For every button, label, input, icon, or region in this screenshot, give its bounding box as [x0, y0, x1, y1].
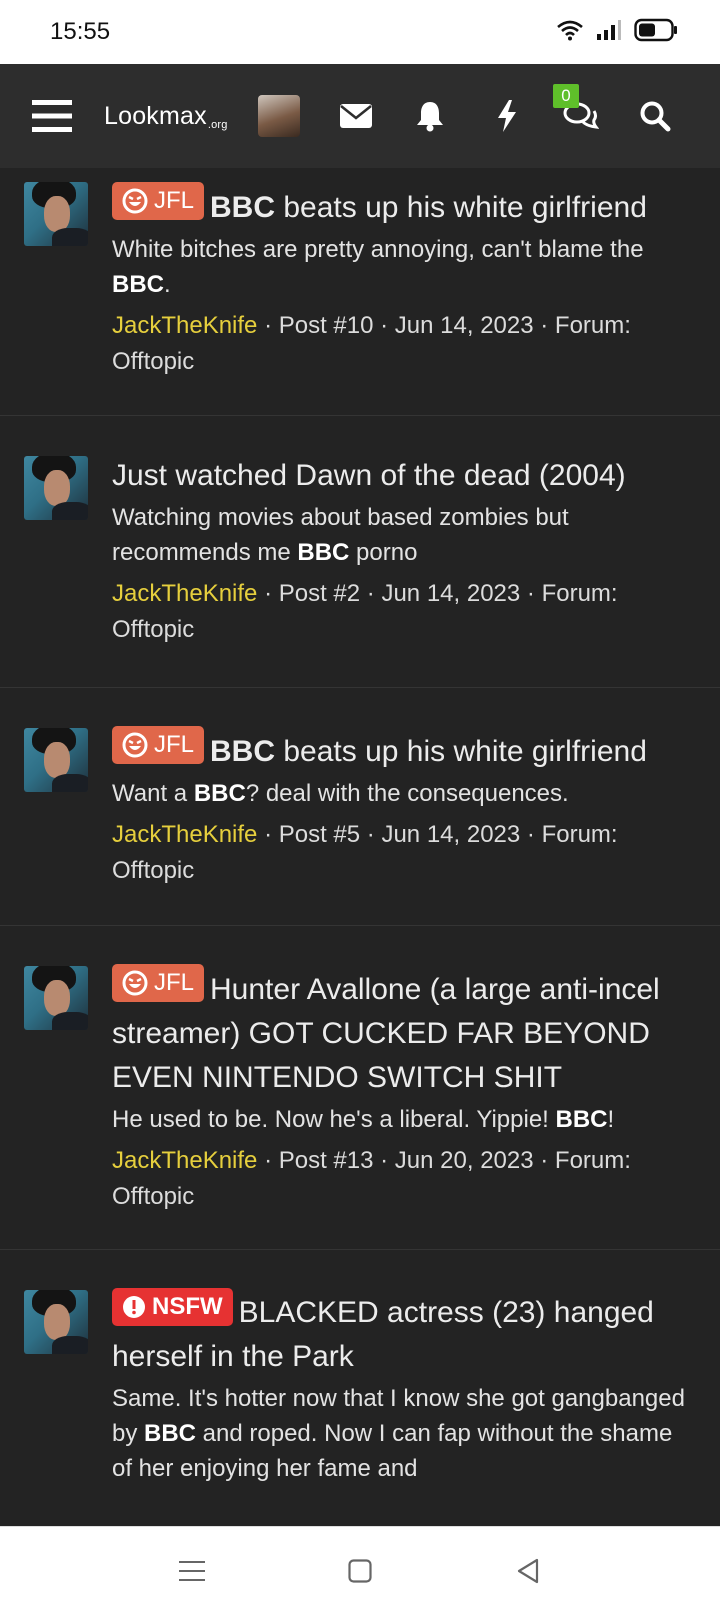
avatar[interactable] — [24, 1290, 88, 1354]
thread-title-link[interactable]: JFL BBC beats up his white girlfriend — [112, 182, 696, 230]
snippet-text-end: . — [164, 271, 171, 298]
title-text: Just watched Dawn of the dead (2004) — [112, 459, 626, 492]
snippet-text: White bitches are pretty annoying, can't… — [112, 236, 644, 263]
snippet-text-end: ? deal with the consequences. — [245, 780, 569, 807]
post-snippet: He used to be. Now he's a liberal. Yippi… — [112, 1102, 696, 1137]
laughing-face-icon — [122, 970, 148, 996]
back-button[interactable] — [508, 1551, 548, 1591]
username-link[interactable]: JackTheKnife — [112, 580, 257, 607]
prefix-label: NSFW — [112, 1288, 233, 1326]
home-button[interactable] — [340, 1551, 380, 1591]
post-snippet: Want a BBC? deal with the consequences. — [112, 776, 696, 811]
list-item[interactable]: NSFW BLACKED actress (23) hanged herself… — [0, 1250, 720, 1526]
prefix-label: JFL — [112, 726, 205, 764]
thread-title-link[interactable]: Just watched Dawn of the dead (2004) — [112, 454, 696, 498]
title-text: beats up his white girlfriend — [275, 735, 647, 768]
snippet-highlight: BBC — [144, 1420, 197, 1447]
list-item[interactable]: JFL BBC beats up his white girlfriend Wh… — [0, 168, 720, 416]
home-square-icon — [348, 1559, 372, 1583]
title-bold: BBC — [210, 191, 276, 224]
menu-lines-icon — [179, 1561, 205, 1581]
search-results-list: JFL BBC beats up his white girlfriend Wh… — [0, 168, 720, 1526]
snippet-text-end: porno — [349, 539, 418, 566]
post-meta: JackTheKnife · Post #13 · Jun 20, 2023 ·… — [112, 1143, 696, 1245]
username-link[interactable]: JackTheKnife — [112, 1147, 257, 1174]
status-time: 15:55 — [50, 18, 111, 45]
avatar[interactable] — [24, 456, 88, 520]
battery-icon — [634, 18, 677, 42]
status-bar: 15:55 — [0, 0, 720, 64]
list-item[interactable]: JFL Hunter Avallone (a large anti-incel … — [0, 926, 720, 1250]
snippet-highlight: BBC — [112, 271, 164, 298]
snippet-text: He used to be. Now he's a liberal. Yippi… — [112, 1106, 556, 1133]
avatar[interactable] — [24, 966, 88, 1030]
inbox-button[interactable] — [338, 64, 374, 168]
alert-circle-icon — [123, 1296, 145, 1318]
logo-text: Lookmax.org — [104, 102, 228, 131]
post-snippet: Watching movies about based zombies but … — [112, 500, 696, 570]
bell-icon — [417, 102, 443, 132]
title-text: beats up his white girlfriend — [275, 191, 647, 224]
username-link[interactable]: JackTheKnife — [112, 821, 257, 848]
prefix-text: NSFW — [152, 1293, 223, 1320]
post-meta: JackTheKnife · Post #5 · Jun 14, 2023 · … — [112, 817, 696, 919]
alerts-count-badge: 0 — [553, 84, 579, 108]
post-snippet: White bitches are pretty annoying, can't… — [112, 232, 696, 302]
snippet-text-end: and roped. Now I can fap without the sha… — [112, 1420, 673, 1482]
account-avatar-button[interactable] — [258, 64, 300, 168]
title-bold: BBC — [210, 735, 276, 768]
envelope-icon — [340, 104, 372, 128]
post-snippet: Same. It's hotter now that I know she go… — [112, 1381, 696, 1486]
snippet-highlight: BBC — [555, 1106, 608, 1133]
snippet-highlight: BBC — [297, 539, 350, 566]
whats-new-button[interactable] — [494, 64, 520, 168]
conversations-button[interactable]: 0 — [553, 64, 600, 168]
logo-name: Lookmax — [104, 101, 207, 130]
prefix-label: JFL — [112, 182, 205, 220]
prefix-text: JFL — [154, 731, 195, 758]
laughing-face-icon — [122, 188, 148, 214]
thread-title-link[interactable]: JFL BBC beats up his white girlfriend — [112, 726, 696, 774]
snippet-text: Want a — [112, 780, 194, 807]
avatar — [258, 95, 300, 137]
menu-button[interactable] — [28, 64, 76, 168]
thread-title-link[interactable]: JFL Hunter Avallone (a large anti-incel … — [112, 964, 696, 1100]
system-nav-bar — [0, 1526, 720, 1613]
recent-apps-button[interactable] — [172, 1551, 212, 1591]
prefix-text: JFL — [154, 187, 195, 214]
avatar[interactable] — [24, 728, 88, 792]
hamburger-icon — [32, 100, 72, 132]
list-item[interactable]: JFL BBC beats up his white girlfriend Wa… — [0, 688, 720, 926]
status-icons — [556, 18, 678, 42]
search-icon — [640, 101, 671, 132]
lightning-icon — [498, 100, 516, 132]
search-button[interactable] — [638, 64, 672, 168]
thread-title-link[interactable]: NSFW BLACKED actress (23) hanged herself… — [112, 1288, 696, 1379]
wifi-icon — [557, 20, 583, 41]
prefix-text: JFL — [154, 969, 195, 996]
conversations-icon-wrap: 0 — [553, 84, 599, 132]
snippet-highlight: BBC — [193, 780, 246, 807]
prefix-label: JFL — [112, 964, 205, 1002]
logo-suffix: .org — [207, 118, 228, 131]
avatar[interactable] — [24, 182, 88, 246]
username-link[interactable]: JackTheKnife — [112, 312, 257, 339]
forum-navbar: Lookmax.org 0 — [0, 64, 720, 168]
signal-icon — [597, 20, 621, 40]
list-item[interactable]: Just watched Dawn of the dead (2004) Wat… — [0, 416, 720, 688]
site-logo[interactable]: Lookmax.org — [104, 64, 244, 168]
snippet-text-end: ! — [607, 1106, 615, 1133]
alerts-button[interactable] — [414, 64, 446, 168]
post-meta: JackTheKnife · Post #2 · Jun 14, 2023 · … — [112, 576, 696, 678]
back-triangle-icon — [517, 1558, 539, 1584]
post-meta: JackTheKnife · Post #10 · Jun 14, 2023 ·… — [112, 308, 696, 410]
laughing-face-icon — [122, 732, 148, 758]
